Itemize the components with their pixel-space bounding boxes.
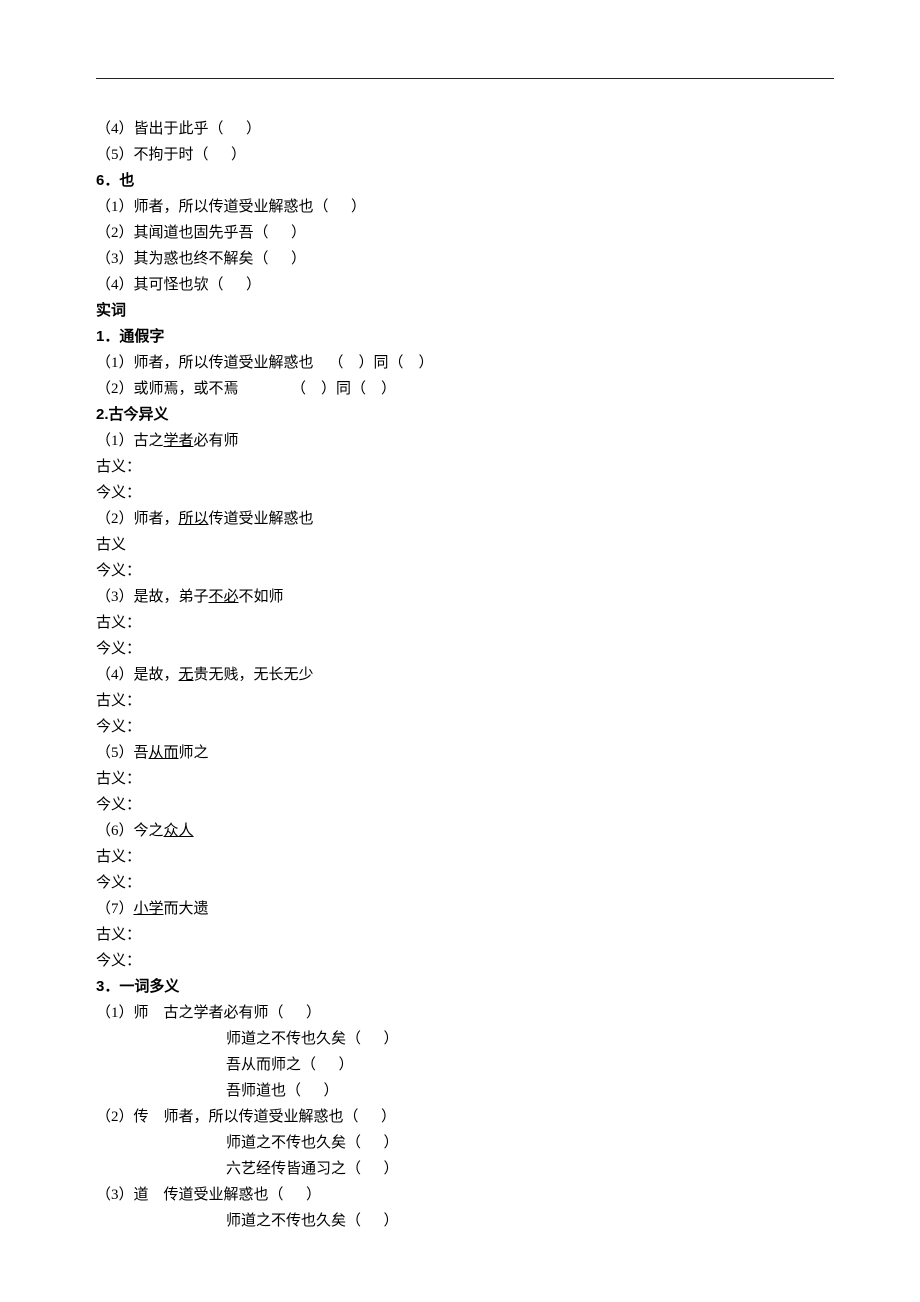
jinyi-line: 今义： xyxy=(96,948,834,974)
guyi-line: 古义： xyxy=(96,610,834,636)
gujin-item: （7）小学而大遗 xyxy=(96,896,834,922)
duoyi-block: （1）师 古之学者必有师（ ）师道之不传也久矣（ ）吾从而师之（ ）吾师道也（ … xyxy=(96,1000,834,1234)
text: 贵无贱，无长无少 xyxy=(194,667,314,683)
text: 不如师 xyxy=(239,589,284,605)
line: （4）皆出于此乎（ ） xyxy=(96,116,834,142)
underlined-term: 不必 xyxy=(209,589,239,605)
text: （4）是故， xyxy=(96,667,179,683)
duoyi-line: 师道之不传也久矣（ ） xyxy=(96,1208,834,1234)
heading-gujin: 2.古今异义 xyxy=(96,402,834,428)
jinyi-line: 今义： xyxy=(96,558,834,584)
line: （1）师者，所以传道受业解惑也（ ） xyxy=(96,194,834,220)
line: （3）其为惑也终不解矣（ ） xyxy=(96,246,834,272)
duoyi-line: （1）师 古之学者必有师（ ） xyxy=(96,1000,834,1026)
line: （4）其可怪也欤（ ） xyxy=(96,272,834,298)
line: （1）师者，所以传道受业解惑也 （ ）同（ ） xyxy=(96,350,834,376)
line: （2）或师焉，或不焉 （ ）同（ ） xyxy=(96,376,834,402)
duoyi-line: 吾从而师之（ ） xyxy=(96,1052,834,1078)
heading-shici: 实词 xyxy=(96,298,834,324)
jinyi-line: 今义： xyxy=(96,714,834,740)
gujin-item: （4）是故，无贵无贱，无长无少 xyxy=(96,662,834,688)
duoyi-line: （2）传 师者，所以传道受业解惑也（ ） xyxy=(96,1104,834,1130)
heading-duoyi: 3．一词多义 xyxy=(96,974,834,1000)
underlined-term: 小学 xyxy=(134,901,164,917)
guyi-line: 古义 xyxy=(96,532,834,558)
text: （6）今之 xyxy=(96,823,164,839)
text: （3）是故，弟子 xyxy=(96,589,209,605)
text: （1）古之 xyxy=(96,433,164,449)
body: （4）皆出于此乎（ ） （5）不拘于时（ ） 6．也 （1）师者，所以传道受业解… xyxy=(96,116,834,1234)
jinyi-line: 今义： xyxy=(96,792,834,818)
underlined-term: 从而 xyxy=(149,745,179,761)
underlined-term: 无 xyxy=(179,667,194,683)
underlined-term: 众人 xyxy=(164,823,194,839)
duoyi-line: 师道之不传也久矣（ ） xyxy=(96,1130,834,1156)
duoyi-line: 师道之不传也久矣（ ） xyxy=(96,1026,834,1052)
jinyi-line: 今义： xyxy=(96,480,834,506)
underlined-term: 学者 xyxy=(164,433,194,449)
text: （2）师者， xyxy=(96,511,179,527)
line: （2）其闻道也固先乎吾（ ） xyxy=(96,220,834,246)
text: 必有师 xyxy=(194,433,239,449)
jinyi-line: 今义： xyxy=(96,636,834,662)
text: 师之 xyxy=(179,745,209,761)
text: 而大遗 xyxy=(164,901,209,917)
gujin-item: （6）今之众人 xyxy=(96,818,834,844)
guyi-line: 古义： xyxy=(96,688,834,714)
heading-tongjia: 1．通假字 xyxy=(96,324,834,350)
text: （7） xyxy=(96,901,134,917)
duoyi-line: 吾师道也（ ） xyxy=(96,1078,834,1104)
line: （5）不拘于时（ ） xyxy=(96,142,834,168)
guyi-line: 古义： xyxy=(96,844,834,870)
duoyi-line: （3）道 传道受业解惑也（ ） xyxy=(96,1182,834,1208)
document-page: （4）皆出于此乎（ ） （5）不拘于时（ ） 6．也 （1）师者，所以传道受业解… xyxy=(0,0,920,1302)
text: （5）吾 xyxy=(96,745,149,761)
gujin-item: （5）吾从而师之 xyxy=(96,740,834,766)
heading-6: 6．也 xyxy=(96,168,834,194)
gujin-block: （1）古之学者必有师古义：今义：（2）师者，所以传道受业解惑也古义今义：（3）是… xyxy=(96,428,834,974)
underlined-term: 所以 xyxy=(179,511,209,527)
top-rule xyxy=(96,78,834,79)
guyi-line: 古义： xyxy=(96,922,834,948)
guyi-line: 古义： xyxy=(96,766,834,792)
guyi-line: 古义： xyxy=(96,454,834,480)
gujin-item: （2）师者，所以传道受业解惑也 xyxy=(96,506,834,532)
text: 传道受业解惑也 xyxy=(209,511,314,527)
gujin-item: （3）是故，弟子不必不如师 xyxy=(96,584,834,610)
jinyi-line: 今义： xyxy=(96,870,834,896)
gujin-item: （1）古之学者必有师 xyxy=(96,428,834,454)
duoyi-line: 六艺经传皆通习之（ ） xyxy=(96,1156,834,1182)
